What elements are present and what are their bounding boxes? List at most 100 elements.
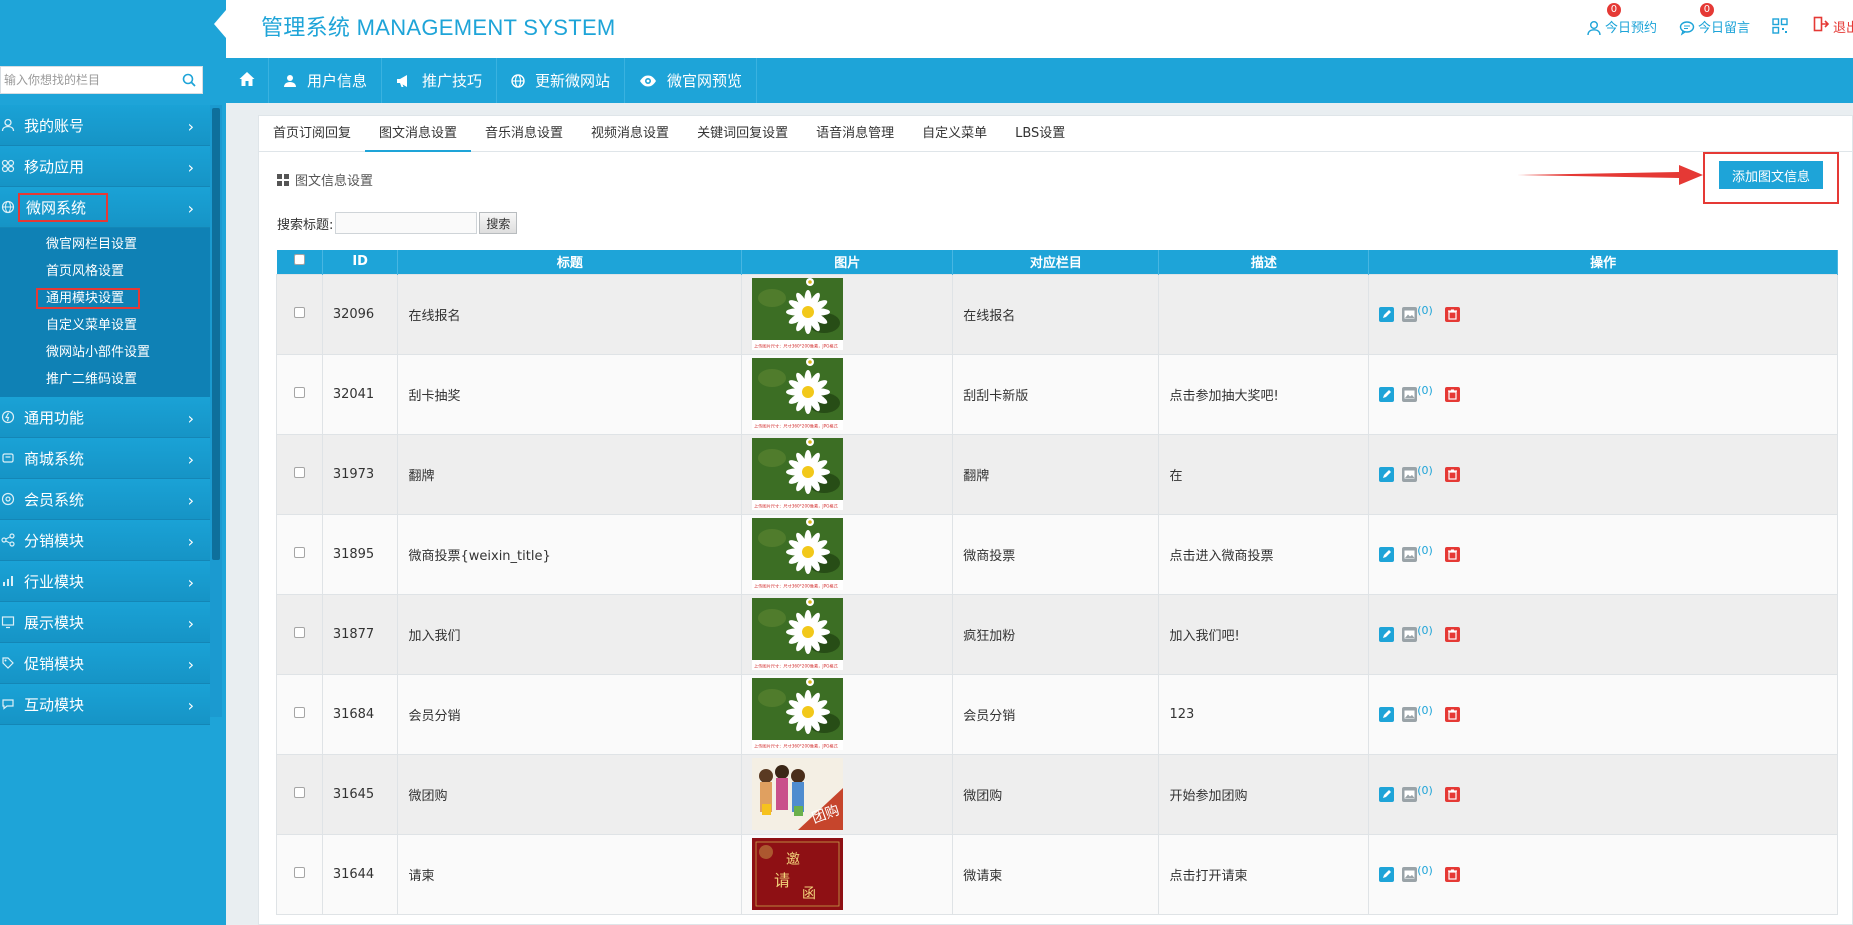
- row-checkbox[interactable]: [293, 466, 305, 478]
- edit-icon[interactable]: [1379, 786, 1395, 802]
- sidebar-item-common-functions[interactable]: 通用功能 ›: [0, 397, 210, 438]
- nav-update-site[interactable]: 更新微网站: [497, 58, 626, 103]
- edit-icon[interactable]: [1379, 866, 1395, 882]
- row-thumbnail[interactable]: 团购: [752, 758, 844, 830]
- add-news-button[interactable]: 添加图文信息: [1719, 161, 1823, 189]
- delete-icon[interactable]: [1444, 546, 1460, 562]
- search-title-input[interactable]: [335, 212, 478, 234]
- tab-custom-menu[interactable]: 自定义菜单: [908, 116, 1001, 152]
- submenu-item-style-settings[interactable]: 首页风格设置: [0, 258, 210, 285]
- row-thumbnail[interactable]: 上传图片尺寸：尺寸360*200像素，JPG格式: [752, 678, 844, 750]
- sidebar-item-member[interactable]: 会员系统 ›: [0, 479, 210, 520]
- row-checkbox[interactable]: [293, 306, 305, 318]
- sidebar-item-distribution[interactable]: 分销模块 ›: [0, 520, 210, 561]
- row-thumbnail[interactable]: 上传图片尺寸：尺寸360*200像素，JPG格式: [752, 278, 844, 350]
- nav-user-info[interactable]: 用户信息: [269, 58, 383, 103]
- tab-voice-management[interactable]: 语音消息管理: [802, 116, 908, 152]
- sidebar-item-interaction[interactable]: 互动模块 ›: [0, 684, 210, 725]
- qrcode-button[interactable]: [1772, 18, 1791, 34]
- megaphone-icon: [396, 74, 412, 88]
- tab-keyword-reply[interactable]: 关键词回复设置: [683, 116, 802, 152]
- nav-promotion-tips[interactable]: 推广技巧: [382, 58, 498, 103]
- today-appointments-button[interactable]: 0 今日预约: [1586, 2, 1657, 36]
- today-messages-button[interactable]: 0 今日留言: [1679, 2, 1750, 36]
- tab-news-settings[interactable]: 图文消息设置: [365, 116, 472, 152]
- edit-icon[interactable]: [1379, 306, 1395, 322]
- row-image-cell: 上传图片尺寸：尺寸360*200像素，JPG格式: [741, 433, 954, 515]
- row-thumbnail[interactable]: 上传图片尺寸：尺寸360*200像素，JPG格式: [752, 358, 844, 430]
- image-icon[interactable]: [1402, 626, 1418, 642]
- sidebar-item-promotion[interactable]: 促销模块 ›: [0, 643, 210, 684]
- delete-icon[interactable]: [1444, 306, 1460, 322]
- row-thumbnail[interactable]: 上传图片尺寸：尺寸360*200像素，JPG格式: [752, 518, 844, 590]
- sidebar-item-label: 展示模块: [24, 613, 85, 632]
- tab-home-subscribe[interactable]: 首页订阅回复: [259, 116, 365, 152]
- row-thumbnail[interactable]: 上传图片尺寸：尺寸360*200像素，JPG格式: [752, 438, 844, 510]
- column-header: 操作: [1368, 250, 1838, 274]
- sidebar-item-mobile-apps[interactable]: 移动应用 ›: [0, 146, 210, 187]
- search-icon[interactable]: [176, 67, 202, 93]
- row-description: 点击进入微商投票: [1158, 513, 1370, 595]
- row-thumbnail[interactable]: 上传图片尺寸：尺寸360*200像素，JPG格式: [752, 598, 844, 670]
- tab-music-settings[interactable]: 音乐消息设置: [471, 116, 577, 152]
- image-icon[interactable]: [1402, 306, 1418, 322]
- image-icon[interactable]: [1402, 866, 1418, 882]
- row-image-cell: 上传图片尺寸：尺寸360*200像素，JPG格式: [741, 593, 954, 675]
- table-row: 32096 在线报名 上传图片尺寸：尺寸360*200像素，JPG格式 在线报名…: [276, 273, 1838, 355]
- row-checkbox[interactable]: [293, 706, 305, 718]
- row-checkbox[interactable]: [293, 546, 305, 558]
- sidebar-scrollbar[interactable]: [212, 108, 220, 560]
- svg-text:请: 请: [774, 871, 790, 890]
- image-icon[interactable]: [1402, 386, 1418, 402]
- edit-icon[interactable]: [1379, 466, 1395, 482]
- select-all-checkbox[interactable]: [293, 254, 305, 266]
- row-column: 微团购: [952, 753, 1160, 835]
- submenu-item-widgets[interactable]: 微网站小部件设置: [0, 339, 210, 366]
- nav-preview-site[interactable]: 微官网预览: [625, 58, 758, 103]
- tab-lbs-settings[interactable]: LBS设置: [1001, 116, 1079, 152]
- column-header[interactable]: 标题: [397, 250, 743, 274]
- search-button[interactable]: 搜索: [479, 212, 518, 234]
- sidebar-item-mall[interactable]: 商城系统 ›: [0, 438, 210, 479]
- home-button[interactable]: [226, 58, 269, 103]
- sidebar-item-account[interactable]: 我的账号 ›: [0, 105, 210, 146]
- image-icon[interactable]: [1402, 466, 1418, 482]
- delete-icon[interactable]: [1444, 466, 1460, 482]
- row-checkbox[interactable]: [293, 786, 305, 798]
- sidebar-item-label: 会员系统: [24, 490, 85, 509]
- sidebar-item-micro-site[interactable]: 微网系统 ›: [0, 187, 210, 228]
- image-icon[interactable]: [1402, 786, 1418, 802]
- submenu-item-qrcode[interactable]: 推广二维码设置: [0, 366, 210, 393]
- svg-text:函: 函: [802, 886, 816, 902]
- row-id: 32041: [321, 353, 399, 435]
- edit-icon[interactable]: [1379, 386, 1395, 402]
- sidebar-search-input[interactable]: [1, 67, 176, 93]
- column-header[interactable]: ID: [322, 250, 399, 274]
- submenu-item-column-settings[interactable]: 微官网栏目设置: [0, 231, 210, 258]
- image-icon[interactable]: [1402, 706, 1418, 722]
- row-id: 31895: [321, 513, 399, 595]
- sidebar-item-display[interactable]: 展示模块 ›: [0, 602, 210, 643]
- row-checkbox[interactable]: [293, 386, 305, 398]
- table-row: 32041 刮卡抽奖 上传图片尺寸：尺寸360*200像素，JPG格式 刮刮卡新…: [276, 353, 1838, 435]
- sidebar-toggle[interactable]: [214, 10, 226, 38]
- row-title: 在线报名: [397, 273, 743, 355]
- row-thumbnail[interactable]: 邀请函: [752, 838, 844, 910]
- row-checkbox[interactable]: [293, 866, 305, 878]
- delete-icon[interactable]: [1444, 786, 1460, 802]
- sidebar-item-industry[interactable]: 行业模块 ›: [0, 561, 210, 602]
- edit-icon[interactable]: [1379, 626, 1395, 642]
- delete-icon[interactable]: [1444, 626, 1460, 642]
- logout-button[interactable]: 退出: [1813, 16, 1853, 36]
- edit-icon[interactable]: [1379, 706, 1395, 722]
- delete-icon[interactable]: [1444, 706, 1460, 722]
- tab-video-settings[interactable]: 视频消息设置: [577, 116, 683, 152]
- row-checkbox[interactable]: [293, 626, 305, 638]
- delete-icon[interactable]: [1444, 866, 1460, 882]
- delete-icon[interactable]: [1444, 386, 1460, 402]
- submenu-item-custom-menu[interactable]: 自定义菜单设置: [0, 312, 210, 339]
- edit-icon[interactable]: [1379, 546, 1395, 562]
- image-icon[interactable]: [1402, 546, 1418, 562]
- submenu-item-common-module[interactable]: 通用模块设置: [0, 285, 210, 312]
- column-header[interactable]: 对应栏目: [952, 250, 1160, 274]
